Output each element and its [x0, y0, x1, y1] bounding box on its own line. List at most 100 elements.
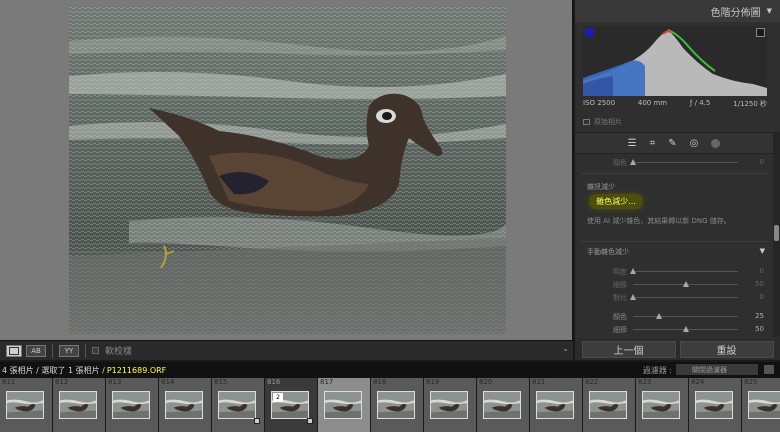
- filmstrip-cell[interactable]: 825: [742, 378, 780, 432]
- healing-icon[interactable]: ✎: [668, 138, 676, 149]
- filmstrip-cell[interactable]: 824: [689, 378, 742, 432]
- filmstrip-cell[interactable]: 820: [477, 378, 530, 432]
- edit-sliders-icon[interactable]: ☰: [628, 138, 637, 149]
- filmstrip-cell[interactable]: 818: [371, 378, 424, 432]
- original-photo-icon: [583, 119, 590, 125]
- photo-thumbnail[interactable]: [112, 391, 150, 419]
- filter-lock-icon[interactable]: [764, 365, 774, 374]
- slider-track[interactable]: [630, 268, 738, 274]
- photo-thumbnail[interactable]: [6, 391, 44, 419]
- photo-thumbnail[interactable]: [589, 391, 627, 419]
- photo-thumbnail[interactable]: [324, 391, 362, 419]
- cell-number: 812: [55, 378, 69, 386]
- filmstrip[interactable]: 811 812 813 814 815 816 2 817 818 819 820 821 822 823…: [0, 378, 780, 432]
- shadow-clipping-icon[interactable]: [585, 28, 594, 37]
- cell-number: 816: [267, 378, 281, 386]
- filmstrip-cell[interactable]: 817: [318, 378, 371, 432]
- photo-thumbnail[interactable]: [695, 391, 733, 419]
- color-slider-track[interactable]: [630, 159, 738, 165]
- masking-icon[interactable]: ◎: [690, 138, 699, 149]
- photo-thumbnail[interactable]: [59, 391, 97, 419]
- filmstrip-cell[interactable]: 823: [636, 378, 689, 432]
- slider-label: 明度: [613, 268, 627, 276]
- section-divider: [581, 241, 769, 242]
- photo-thumbnail[interactable]: [377, 391, 415, 419]
- viewer-toolbar: AB YY 軟校樣 ⌄: [0, 340, 573, 360]
- iso-value: ISO 2500: [583, 99, 616, 107]
- stack-count-badge[interactable]: 2: [273, 393, 283, 402]
- before-after-button[interactable]: AB: [26, 344, 46, 357]
- slider-label: 對比: [613, 294, 627, 302]
- filmstrip-cell[interactable]: 819: [424, 378, 477, 432]
- softproof-checkbox[interactable]: [92, 347, 99, 354]
- manual-slider-row: 細節 50: [583, 279, 766, 290]
- panel-scroll-thumb[interactable]: [774, 225, 779, 241]
- slider-knob[interactable]: [630, 159, 636, 165]
- red-eye-icon[interactable]: [711, 138, 721, 148]
- slider-label: 細節: [613, 326, 627, 334]
- filmstrip-cell[interactable]: 816 2: [265, 378, 318, 432]
- collapse-triangle-icon[interactable]: ▼: [767, 7, 772, 15]
- color-slider-value: 0: [759, 158, 764, 166]
- compare-view-button[interactable]: YY: [59, 344, 79, 357]
- filter-select[interactable]: 關閉過濾器: [676, 364, 758, 375]
- histogram-header[interactable]: 色階分佈圖 ▼: [575, 0, 780, 22]
- slider-track[interactable]: [633, 313, 738, 319]
- slider-track[interactable]: [630, 294, 738, 300]
- filmstrip-cell[interactable]: 813: [106, 378, 159, 432]
- loupe-view-button[interactable]: [6, 344, 22, 357]
- photo-viewer: [0, 0, 573, 340]
- filmstrip-cell[interactable]: 814: [159, 378, 212, 432]
- filmstrip-cell[interactable]: 812: [53, 378, 106, 432]
- slider-value: 50: [755, 325, 764, 333]
- slider-knob[interactable]: [656, 313, 663, 319]
- slider-track[interactable]: [633, 281, 738, 287]
- cell-number: 814: [161, 378, 175, 386]
- photo-thumbnail[interactable]: [748, 391, 780, 419]
- cell-number: 818: [373, 378, 387, 386]
- histogram-title: 色階分佈圖: [710, 7, 761, 19]
- filmstrip-cell[interactable]: 815: [212, 378, 265, 432]
- original-photo-toggle[interactable]: 原始相片: [583, 117, 622, 127]
- denoise-button[interactable]: 雜色減少...: [589, 194, 643, 209]
- manual-noise-reduction-header[interactable]: 手動雜色減少 ▼: [587, 247, 765, 257]
- filmstrip-cell[interactable]: 811: [0, 378, 53, 432]
- filmstrip-cell[interactable]: 821: [530, 378, 583, 432]
- main-photo[interactable]: [69, 6, 506, 334]
- slider-label: 細節: [613, 281, 627, 289]
- softproof-label: 軟校樣: [105, 347, 133, 357]
- filmstrip-header: 4 張相片 / 選取了 1 張相片 / P1211689.ORF 過濾器 : 關…: [0, 362, 780, 378]
- previous-button[interactable]: 上一個: [581, 340, 676, 358]
- develop-panel: 色階分佈圖 ▼ ISO 2500 400 mm ƒ / 4.5 1/1250 秒…: [575, 0, 780, 360]
- edited-icon: [254, 418, 260, 424]
- photo-thumbnail[interactable]: [430, 391, 468, 419]
- slider-label: 顏色: [613, 313, 627, 321]
- toolbar-divider: [52, 343, 53, 358]
- photo-thumbnail[interactable]: [536, 391, 574, 419]
- slider-value: 0: [759, 293, 764, 301]
- crop-icon[interactable]: ⌗: [650, 138, 656, 149]
- slider-track[interactable]: [633, 326, 738, 332]
- photo-thumbnail[interactable]: [642, 391, 680, 419]
- manual-slider-row: 對比 0: [583, 292, 766, 303]
- selection-path[interactable]: 4 張相片 / 選取了 1 張相片 /: [2, 365, 105, 376]
- current-filename[interactable]: P1211689.ORF: [107, 366, 166, 375]
- manual-slider-row: 顏色 25: [583, 311, 766, 322]
- filmstrip-cell[interactable]: 822: [583, 378, 636, 432]
- slider-knob[interactable]: [682, 281, 689, 287]
- color-slider-label: 顏色: [613, 159, 627, 167]
- photo-thumbnail[interactable]: [165, 391, 203, 419]
- highlight-clipping-icon[interactable]: [756, 28, 765, 37]
- slider-knob[interactable]: [682, 326, 689, 332]
- slider-knob[interactable]: [630, 294, 636, 300]
- toolbar-menu-arrow-icon[interactable]: ⌄: [562, 344, 569, 353]
- slider-knob[interactable]: [630, 268, 636, 274]
- panel-buttons: 上一個 重設: [575, 338, 780, 360]
- photo-thumbnail[interactable]: [218, 391, 256, 419]
- reset-button[interactable]: 重設: [679, 340, 774, 358]
- histogram[interactable]: [583, 26, 767, 96]
- expand-triangle-icon[interactable]: ▼: [760, 247, 765, 257]
- photo-thumbnail[interactable]: [483, 391, 521, 419]
- cell-number: 825: [744, 378, 758, 386]
- focal-length-value: 400 mm: [637, 99, 668, 107]
